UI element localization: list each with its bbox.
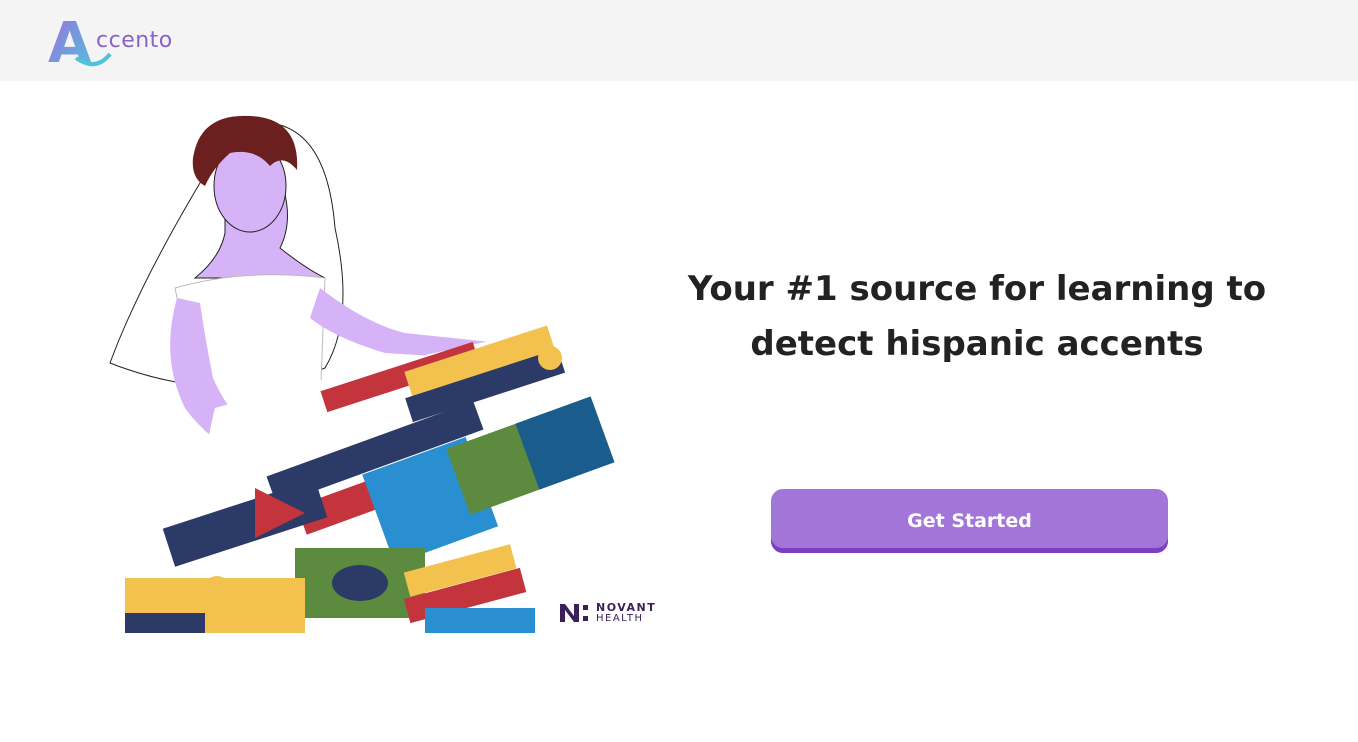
health-text: HEALTH — [596, 613, 644, 624]
logo-wordmark: ccento — [96, 28, 173, 53]
woman-flag-dress-illustration — [109, 115, 615, 633]
top-header: A ccento — [0, 0, 1358, 81]
get-started-button[interactable]: Get Started — [771, 489, 1168, 553]
novant-health-logo-icon — [560, 604, 588, 622]
hero-headline: Your #1 source for learning to detect hi… — [687, 269, 1267, 364]
